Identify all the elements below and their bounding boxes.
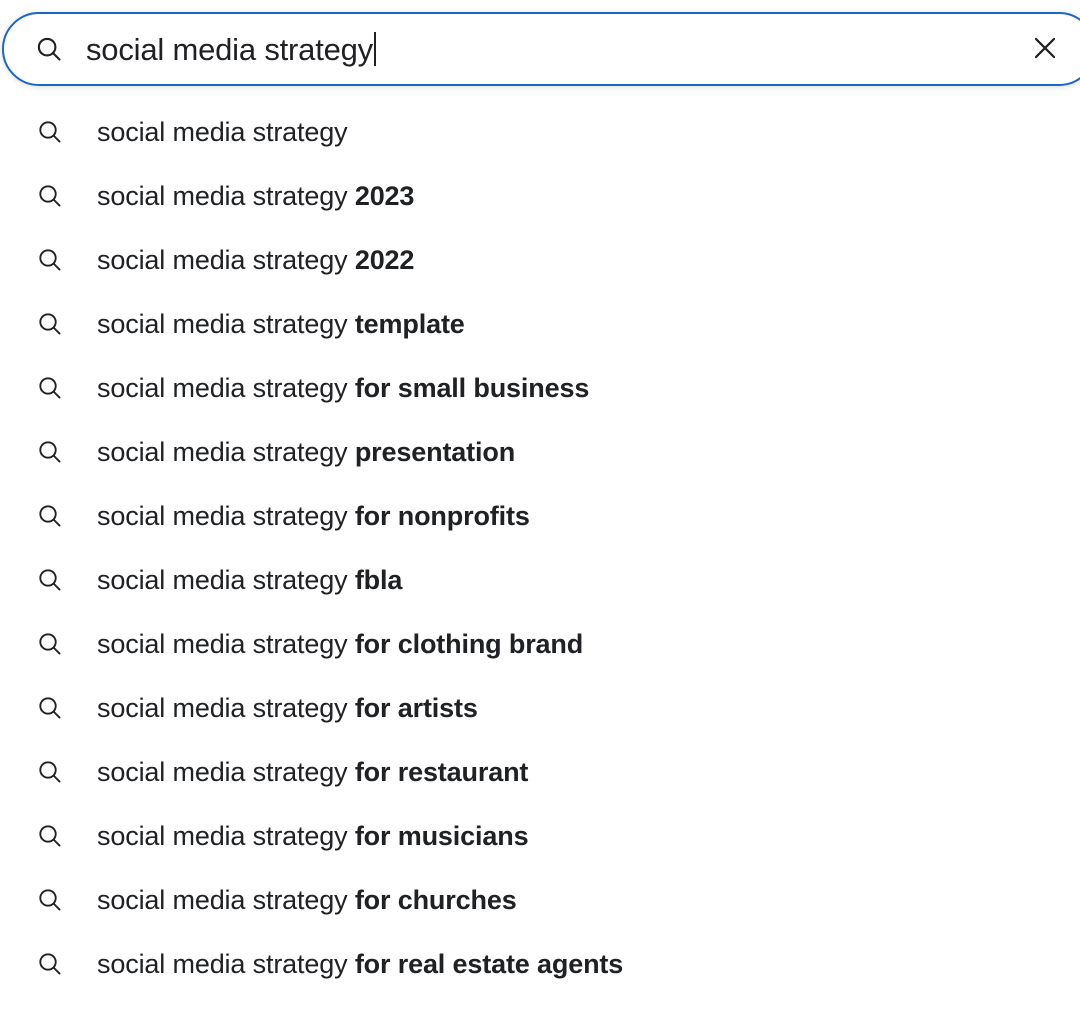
- search-input[interactable]: social media strategy: [86, 14, 1080, 84]
- search-bar-container: social media strategy: [0, 12, 1080, 90]
- suggestion-query-suffix: for churches: [354, 884, 517, 915]
- suggestion-query-prefix: social media strategy: [97, 820, 355, 851]
- suggestion-query-suffix: 2022: [354, 244, 415, 275]
- suggestion-item[interactable]: social media strategy for nonprofits: [0, 484, 1080, 548]
- search-icon: [36, 310, 64, 338]
- suggestion-query-suffix: fbla: [354, 564, 403, 595]
- suggestion-query-suffix: template: [354, 308, 465, 339]
- suggestion-item[interactable]: social media strategy for artists: [0, 676, 1080, 740]
- suggestion-label: social media strategy for real estate ag…: [97, 948, 624, 979]
- suggestion-query-suffix: for real estate agents: [354, 948, 624, 979]
- suggestion-query-prefix: social media strategy: [97, 884, 355, 915]
- suggestion-item[interactable]: social media strategy for real estate ag…: [0, 932, 1080, 996]
- suggestion-query-prefix: social media strategy: [97, 244, 355, 275]
- suggestion-query-suffix: for artists: [354, 692, 478, 723]
- search-icon: [36, 950, 64, 978]
- suggestion-query-suffix: presentation: [354, 436, 516, 467]
- suggestion-query-prefix: social media strategy: [97, 500, 355, 531]
- suggestion-item[interactable]: social media strategy presentation: [0, 420, 1080, 484]
- suggestion-label: social media strategy for clothing brand: [97, 628, 584, 659]
- search-icon: [36, 758, 64, 786]
- search-icon: [36, 822, 64, 850]
- suggestion-label: social media strategy for small business: [97, 372, 590, 403]
- suggestion-query-prefix: social media strategy: [97, 308, 355, 339]
- suggestion-query-suffix: for small business: [354, 372, 590, 403]
- suggestion-item[interactable]: social media strategy fbla: [0, 548, 1080, 612]
- search-icon: [36, 630, 64, 658]
- search-autocomplete-page: social media strategy social media strat…: [0, 0, 1080, 1022]
- close-icon: [1029, 32, 1061, 67]
- suggestion-item[interactable]: social media strategy 2022: [0, 228, 1080, 292]
- search-icon: [36, 438, 64, 466]
- suggestion-label: social media strategy for restaurant: [97, 756, 529, 787]
- suggestion-query-prefix: social media strategy: [97, 628, 355, 659]
- suggestion-query-prefix: social media strategy: [97, 116, 348, 147]
- suggestion-query-suffix: for clothing brand: [354, 628, 584, 659]
- search-icon: [36, 182, 64, 210]
- suggestion-item[interactable]: social media strategy for small business: [0, 356, 1080, 420]
- suggestion-item[interactable]: social media strategy for clothing brand: [0, 612, 1080, 676]
- search-icon: [36, 374, 64, 402]
- text-caret: [374, 32, 376, 66]
- suggestion-item[interactable]: social media strategy for churches: [0, 868, 1080, 932]
- suggestion-item[interactable]: social media strategy 2023: [0, 164, 1080, 228]
- suggestion-label: social media strategy template: [97, 308, 465, 339]
- search-input-value: social media strategy: [86, 31, 373, 67]
- suggestion-label: social media strategy 2023: [97, 180, 415, 211]
- suggestion-label: social media strategy for nonprofits: [97, 500, 530, 531]
- suggestion-query-prefix: social media strategy: [97, 372, 355, 403]
- suggestion-query-prefix: social media strategy: [97, 436, 355, 467]
- search-icon: [36, 118, 64, 146]
- search-icon: [36, 246, 64, 274]
- suggestion-label: social media strategy presentation: [97, 436, 516, 467]
- suggestion-label: social media strategy for musicians: [97, 820, 529, 851]
- suggestion-label: social media strategy fbla: [97, 564, 403, 595]
- search-icon: [36, 502, 64, 530]
- suggestion-query-suffix: for musicians: [354, 820, 529, 851]
- suggestion-label: social media strategy for artists: [97, 692, 478, 723]
- search-box[interactable]: social media strategy: [2, 12, 1080, 86]
- suggestion-list: social media strategy social media strate…: [0, 100, 1080, 996]
- suggestion-query-prefix: social media strategy: [97, 564, 355, 595]
- suggestion-item[interactable]: social media strategy template: [0, 292, 1080, 356]
- suggestion-query-suffix: 2023: [354, 180, 415, 211]
- search-icon: [34, 34, 64, 64]
- search-icon: [36, 886, 64, 914]
- clear-search-button[interactable]: [1028, 32, 1062, 66]
- suggestion-item[interactable]: social media strategy for musicians: [0, 804, 1080, 868]
- suggestion-label: social media strategy for churches: [97, 884, 517, 915]
- suggestion-label: social media strategy 2022: [97, 244, 415, 275]
- suggestion-query-prefix: social media strategy: [97, 692, 355, 723]
- suggestion-query-suffix: for nonprofits: [354, 500, 530, 531]
- suggestion-label: social media strategy: [97, 116, 348, 147]
- suggestion-query-prefix: social media strategy: [97, 180, 355, 211]
- suggestion-query-prefix: social media strategy: [97, 948, 355, 979]
- suggestion-query-suffix: for restaurant: [354, 756, 529, 787]
- search-icon: [36, 566, 64, 594]
- suggestion-item[interactable]: social media strategy: [0, 100, 1080, 164]
- search-icon: [36, 694, 64, 722]
- suggestion-query-prefix: social media strategy: [97, 756, 355, 787]
- suggestion-item[interactable]: social media strategy for restaurant: [0, 740, 1080, 804]
